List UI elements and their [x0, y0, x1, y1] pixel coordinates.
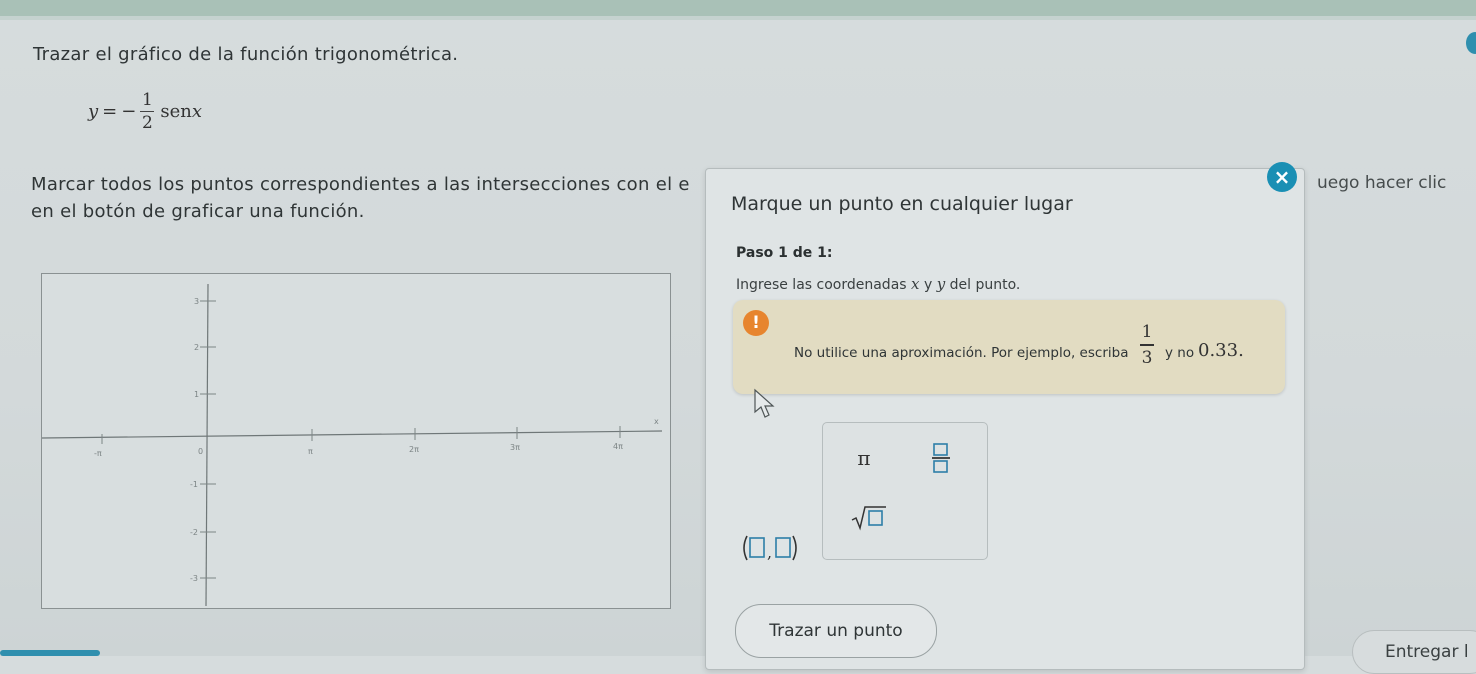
formula-fraction: 1 2 [140, 90, 155, 133]
y-tick-label: -2 [190, 528, 198, 537]
square-root-icon [851, 506, 886, 531]
ask-suffix: del punto. [949, 277, 1021, 293]
side-indicator[interactable] [1466, 32, 1476, 54]
ask-x: x [911, 275, 920, 293]
fraction-bar [1140, 344, 1154, 346]
warning-frac-den: 3 [1141, 347, 1153, 368]
dialog-title: Marque un punto en cualquier lugar [731, 193, 1073, 215]
y-tick-label: 3 [194, 297, 199, 306]
graph-canvas[interactable]: 3 2 1 -1 -2 -3 -π 0 π 2π 3π 4π x [42, 274, 670, 608]
mouse-cursor-icon [754, 388, 775, 418]
x-tick-label: 2π [409, 445, 419, 454]
warning-decimal: 0.33. [1198, 340, 1244, 361]
plot-point-button[interactable]: Trazar un punto [735, 604, 937, 658]
fraction-key[interactable] [912, 433, 970, 483]
pi-key[interactable]: π [834, 437, 894, 479]
step-label: Paso 1 de 1: [736, 245, 833, 261]
instructions-line-2: en el botón de graficar una función. [31, 201, 365, 222]
ask-y: y [936, 275, 946, 293]
ask-prefix: Ingrese las coordenadas [736, 277, 907, 293]
square-root-key[interactable] [838, 497, 900, 539]
formula-function: sen [160, 101, 192, 122]
coordinate-instructions: Ingrese las coordenadas x y y del punto. [736, 275, 1020, 293]
x-tick-label: π [308, 447, 313, 456]
warning-fraction: 1 3 [1140, 322, 1154, 368]
close-button[interactable]: × [1267, 162, 1297, 192]
function-formula: y = − 1 2 sen x [88, 90, 202, 133]
x-tick-label: 3π [510, 443, 520, 452]
y-tick-label: 1 [194, 390, 199, 399]
y-axis [205, 283, 209, 607]
pi-key-label: π [857, 446, 871, 470]
question-prompt: Trazar el gráfico de la función trigonom… [33, 44, 459, 65]
close-icon: × [1273, 165, 1291, 189]
warning-y-no: y no [1165, 345, 1195, 361]
warning-icon: ! [743, 310, 769, 336]
plot-point-dialog [705, 168, 1305, 670]
bottom-progress-strip [0, 650, 100, 656]
top-bar [0, 0, 1476, 20]
x-axis [42, 430, 663, 439]
fraction-bar [140, 111, 155, 112]
ordered-pair-key[interactable]: , [736, 527, 806, 569]
x-axis-label: x [654, 417, 659, 426]
x-tick-label: -π [94, 449, 102, 458]
submit-button[interactable]: Entregar l [1352, 630, 1476, 674]
warning-frac-num: 1 [1141, 322, 1153, 342]
formula-variable: x [191, 101, 202, 122]
instructions-line-1: Marcar todos los puntos correspondientes… [31, 174, 690, 195]
y-tick-label: -1 [190, 480, 198, 489]
formula-numerator: 1 [141, 90, 153, 110]
warning-text: No utilice una aproximación. Por ejemplo… [794, 345, 1129, 361]
formula-denominator: 2 [141, 113, 153, 133]
instructions-tail: uego hacer clic [1317, 173, 1447, 193]
ordered-pair-icon: , [743, 535, 797, 562]
y-tick-label: 2 [194, 343, 199, 352]
ask-and: y [923, 277, 933, 293]
svg-text:,: , [767, 543, 772, 562]
graph-area[interactable]: 3 2 1 -1 -2 -3 -π 0 π 2π 3π 4π x [41, 273, 671, 609]
formula-sign: − [121, 101, 137, 122]
x-tick-label: 4π [613, 442, 623, 451]
x-tick-label: 0 [198, 447, 203, 456]
formula-lhs: y [88, 101, 99, 122]
y-tick-label: -3 [190, 574, 198, 583]
x-ticks [101, 426, 621, 444]
fraction-icon [932, 443, 950, 473]
top-bar-edge [0, 16, 1476, 20]
formula-equals: = [102, 101, 118, 122]
